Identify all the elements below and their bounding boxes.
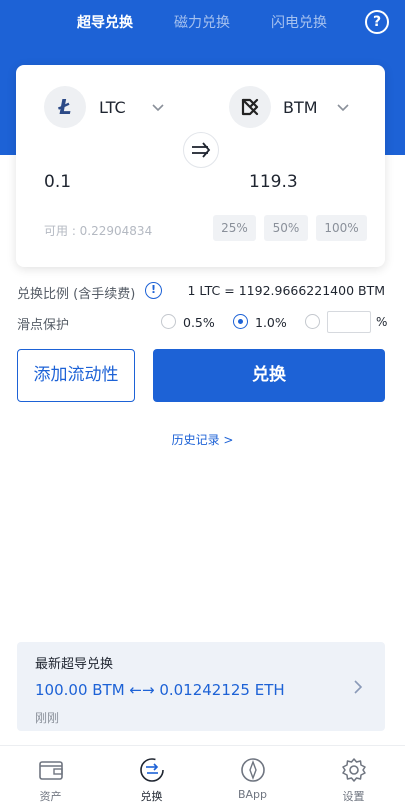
- slippage-radio-0-5[interactable]: [161, 314, 176, 329]
- latest-swap-card[interactable]: 最新超导兑换 100.00 BTM ←→ 0.01242125 ETH 刚刚: [17, 642, 385, 731]
- to-coin-chevron-down-icon[interactable]: [336, 103, 350, 113]
- slippage-label: 滑点保护: [17, 318, 70, 333]
- to-amount-input[interactable]: 119.3: [249, 172, 298, 192]
- slippage-radio-custom[interactable]: [305, 314, 320, 329]
- nav-item-settings[interactable]: 设置: [303, 746, 404, 805]
- to-coin-name[interactable]: BTM: [283, 98, 318, 117]
- nav-label-exchange: 兑换: [140, 790, 163, 803]
- percent-100-button[interactable]: 100%: [316, 215, 367, 241]
- compass-icon: [241, 758, 265, 782]
- help-icon[interactable]: ?: [365, 10, 389, 34]
- swap-button[interactable]: 兑换: [153, 349, 385, 402]
- from-amount-input[interactable]: 0.1: [44, 172, 71, 192]
- latest-swap-time: 刚刚: [35, 711, 60, 725]
- exchange-icon: [140, 758, 164, 782]
- available-balance: 可用 : 0.22904834: [44, 224, 153, 238]
- settings-gear-icon: [342, 758, 366, 782]
- from-coin-chevron-down-icon[interactable]: [151, 103, 165, 113]
- slippage-radio-1-0[interactable]: [233, 314, 248, 329]
- swap-direction-button[interactable]: [183, 132, 219, 168]
- tab-lightning-swap[interactable]: 闪电兑换: [271, 12, 327, 32]
- top-tabs: 超导兑换 磁力兑换 闪电兑换: [0, 10, 405, 34]
- latest-swap-title: 最新超导兑换: [35, 657, 114, 672]
- bottom-nav: 资产 兑换 BApp 设置: [0, 745, 405, 805]
- info-icon[interactable]: !: [145, 282, 162, 299]
- slippage-option-0-5-label: 0.5%: [183, 315, 215, 330]
- chevron-right-icon: [354, 680, 363, 694]
- slippage-option-1-0-label: 1.0%: [255, 315, 287, 330]
- rate-label: 兑换比例 (含手续费): [17, 287, 136, 302]
- swap-card: Ł LTC BTM 0.1 119.3 可用 : 0.22904834 25% …: [16, 65, 385, 267]
- nav-label-bapp: BApp: [237, 788, 268, 801]
- nav-item-assets[interactable]: 资产: [0, 746, 101, 805]
- nav-item-exchange[interactable]: 兑换: [101, 746, 202, 805]
- nav-label-assets: 资产: [39, 790, 62, 803]
- double-arrow-right-icon: [192, 142, 211, 158]
- from-coin-name[interactable]: LTC: [99, 98, 126, 117]
- custom-slippage-input[interactable]: [327, 311, 371, 333]
- wallet-icon: [39, 761, 63, 780]
- percent-50-button[interactable]: 50%: [264, 215, 308, 241]
- custom-slippage-percent-sign: %: [376, 315, 388, 329]
- latest-swap-trade: 100.00 BTM ←→ 0.01242125 ETH: [35, 681, 285, 699]
- tab-superconduct-swap[interactable]: 超导兑换: [77, 12, 133, 32]
- ltc-coin-icon: Ł: [44, 86, 86, 128]
- rate-value: 1 LTC = 1192.9666221400 BTM: [187, 283, 385, 298]
- svg-text:Ł: Ł: [57, 95, 71, 119]
- nav-label-settings: 设置: [342, 790, 365, 803]
- nav-item-bapp[interactable]: BApp: [202, 746, 303, 805]
- tab-magnetic-swap[interactable]: 磁力兑换: [174, 12, 230, 32]
- btm-coin-icon: [229, 86, 271, 128]
- percent-25-button[interactable]: 25%: [213, 215, 256, 241]
- add-liquidity-button[interactable]: 添加流动性: [17, 349, 135, 402]
- history-link[interactable]: 历史记录 >: [0, 431, 405, 448]
